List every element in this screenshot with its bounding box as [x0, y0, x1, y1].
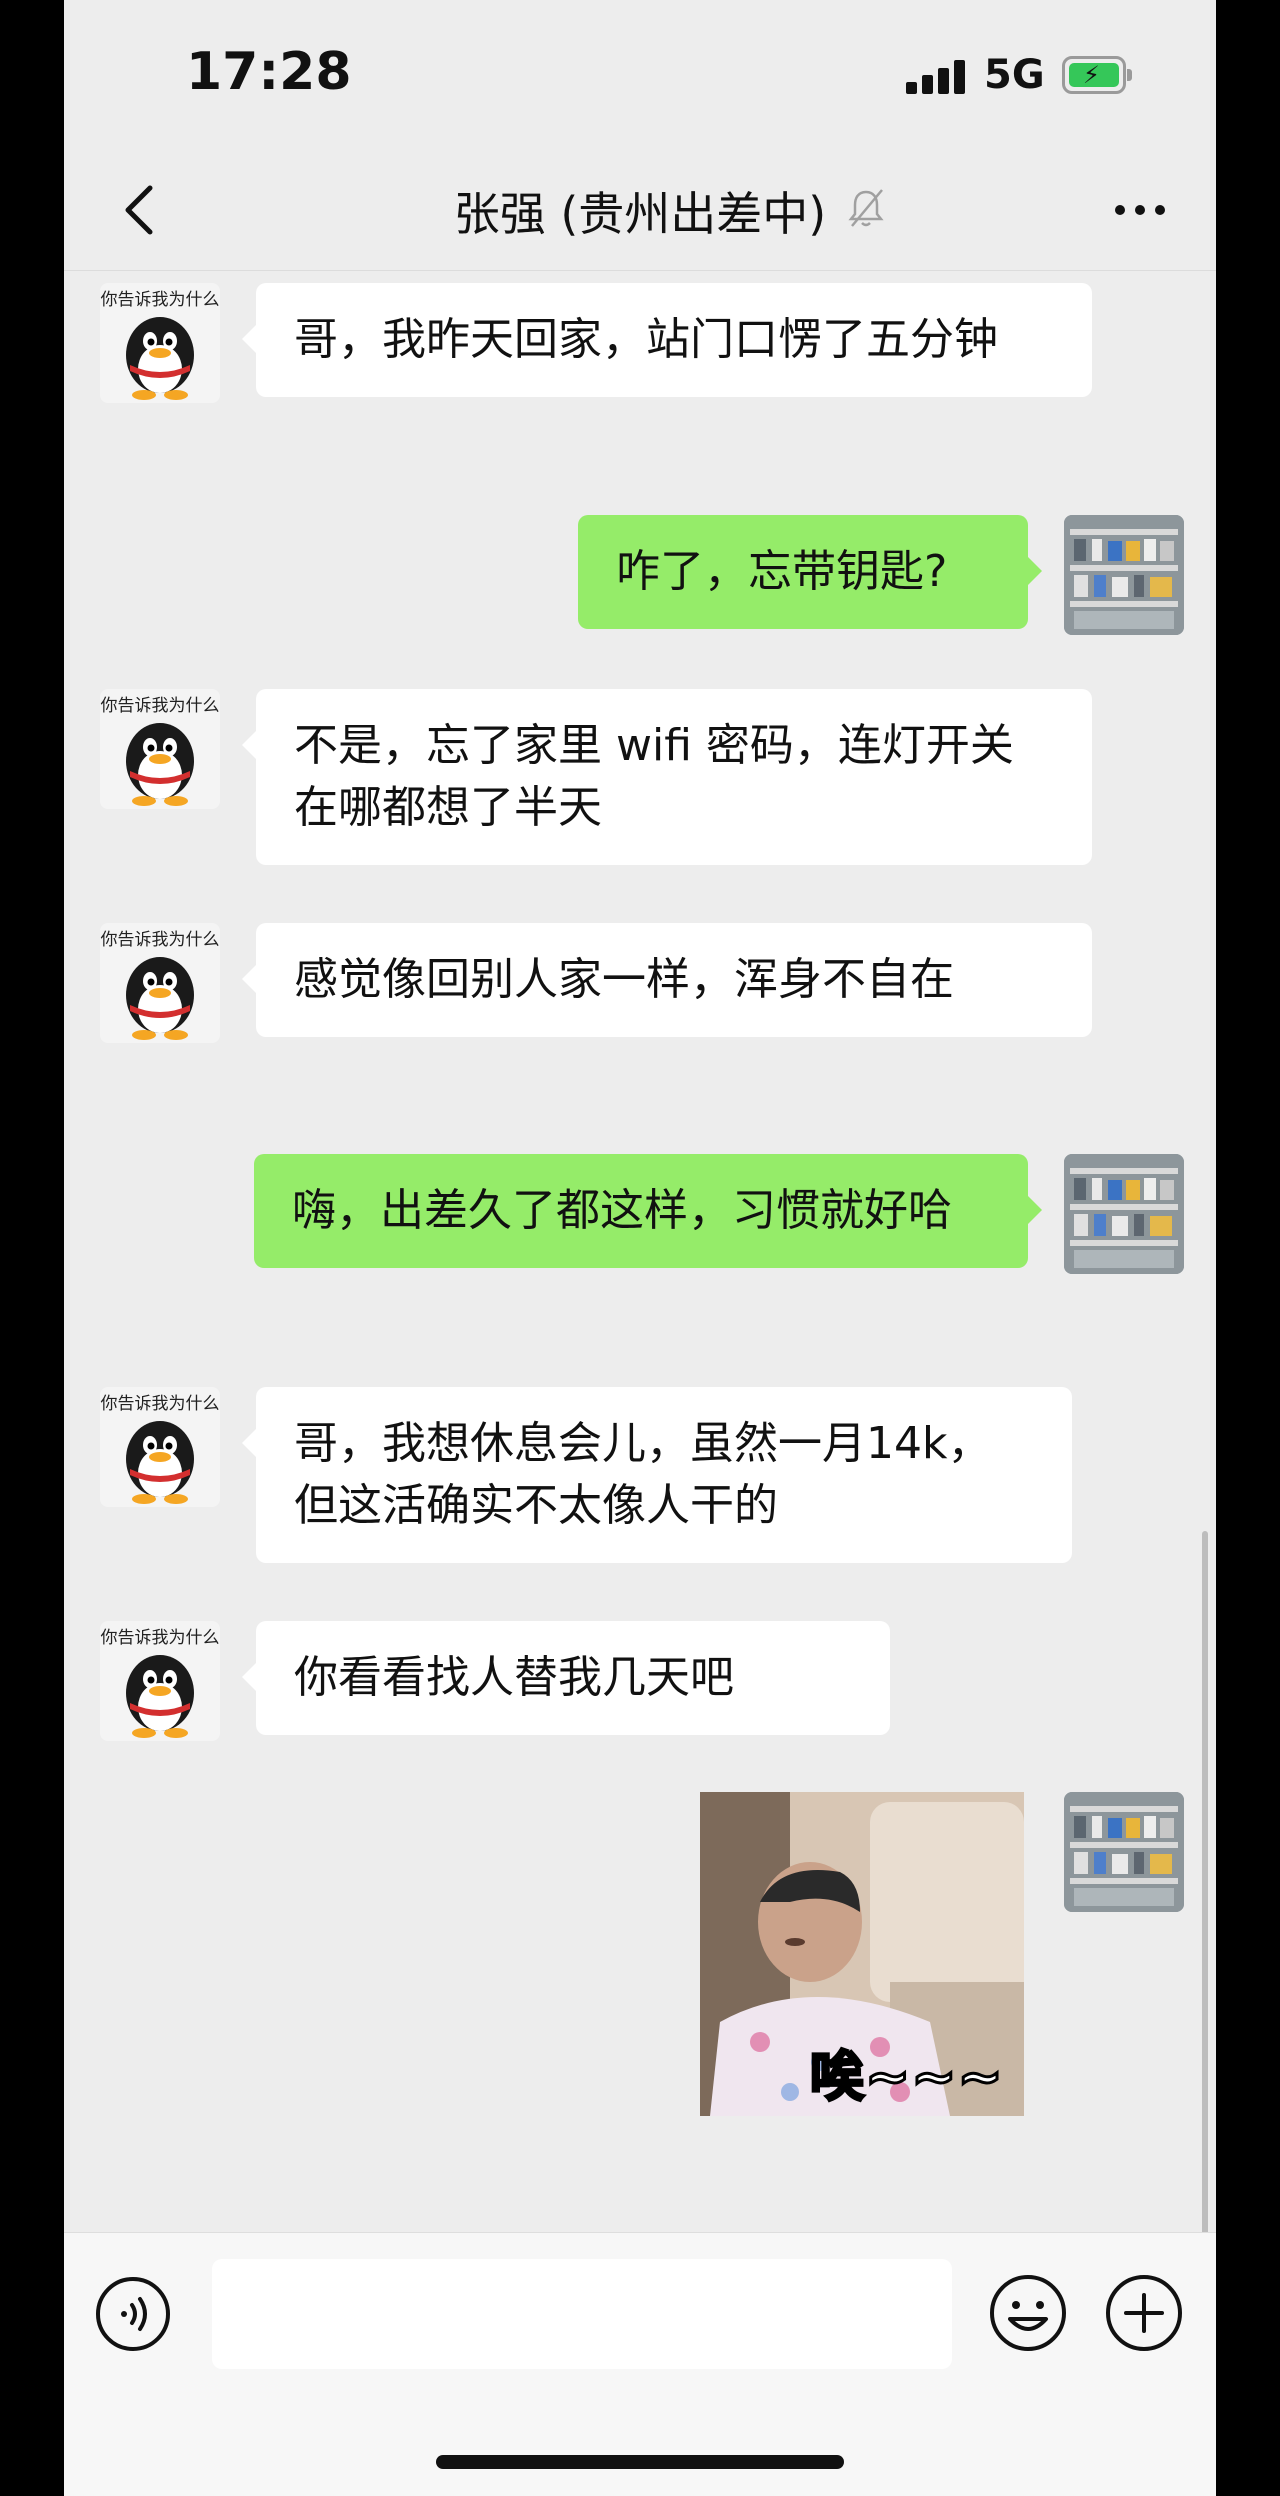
message-input[interactable] [212, 2259, 952, 2369]
contact-avatar[interactable]: 你告诉我为什么 [100, 283, 220, 403]
nav-bar: 张强 (贵州出差中) [64, 150, 1216, 271]
shelves-avatar-icon [1064, 515, 1184, 635]
contact-avatar[interactable]: 你告诉我为什么 [100, 1387, 220, 1507]
message-list[interactable]: 你告诉我为什么 哥，我昨天回家，站门口愣了五分钟 咋了，忘带钥匙? 你告诉我为什… [64, 271, 1216, 2491]
message-bubble-outgoing[interactable]: 咋了，忘带钥匙? [578, 515, 1042, 629]
message-bubble-incoming[interactable]: 哥，我想休息会儿，虽然一月14k，但这活确实不太像人干的 [242, 1387, 1072, 1563]
avatar-caption: 你告诉我为什么 [100, 1628, 220, 1648]
input-bar [64, 2232, 1216, 2496]
chat-title: 张强 (贵州出差中) [453, 187, 827, 241]
smiley-icon [990, 2275, 1066, 2351]
battery-icon: ⚡ [1062, 56, 1132, 94]
self-avatar[interactable] [1064, 515, 1184, 635]
self-avatar[interactable] [1064, 1792, 1184, 1912]
signal-icon [906, 60, 966, 94]
contact-avatar[interactable]: 你告诉我为什么 [100, 689, 220, 809]
avatar-caption: 你告诉我为什么 [100, 290, 220, 310]
more-actions-button[interactable] [1104, 2273, 1184, 2353]
shelves-avatar-icon [1064, 1154, 1184, 1274]
network-type: 5G [984, 52, 1045, 98]
self-avatar[interactable] [1064, 1154, 1184, 1274]
bell-muted-icon [848, 189, 884, 227]
avatar-caption: 你告诉我为什么 [100, 930, 220, 950]
emoji-button[interactable] [988, 2273, 1068, 2353]
status-bar: 17:28 5G ⚡ [64, 0, 1216, 150]
contact-avatar[interactable]: 你告诉我为什么 [100, 923, 220, 1043]
shelves-avatar-icon [1064, 1792, 1184, 1912]
message-bubble-outgoing[interactable]: 嗨，出差久了都这样，习惯就好哈 [254, 1154, 1042, 1268]
message-bubble-incoming[interactable]: 感觉像回别人家一样，浑身不自在 [242, 923, 1092, 1037]
contact-avatar[interactable]: 你告诉我为什么 [100, 1621, 220, 1741]
message-bubble-incoming[interactable]: 哥，我昨天回家，站门口愣了五分钟 [242, 283, 1092, 397]
sticker-caption: 唉~~~ [809, 2044, 1005, 2110]
plus-icon [1106, 2275, 1182, 2351]
status-time: 17:28 [186, 42, 352, 102]
chat-screen: 17:28 5G ⚡ 张强 (贵州出差中) 你告诉我为什么 哥，我昨天回家，站门… [64, 0, 1216, 2496]
message-bubble-incoming[interactable]: 不是，忘了家里 wifi 密码，连灯开关在哪都想了半天 [242, 689, 1092, 865]
more-dots-icon [1115, 205, 1165, 215]
voice-input-button[interactable] [94, 2275, 172, 2353]
home-indicator[interactable] [436, 2455, 844, 2469]
message-bubble-incoming[interactable]: 你看看找人替我几天吧 [242, 1621, 890, 1735]
avatar-caption: 你告诉我为什么 [100, 696, 220, 716]
avatar-caption: 你告诉我为什么 [100, 1394, 220, 1414]
sticker-image[interactable]: 唉~~~ [700, 1792, 1024, 2116]
voice-icon [96, 2277, 170, 2351]
more-button[interactable] [1104, 174, 1176, 246]
